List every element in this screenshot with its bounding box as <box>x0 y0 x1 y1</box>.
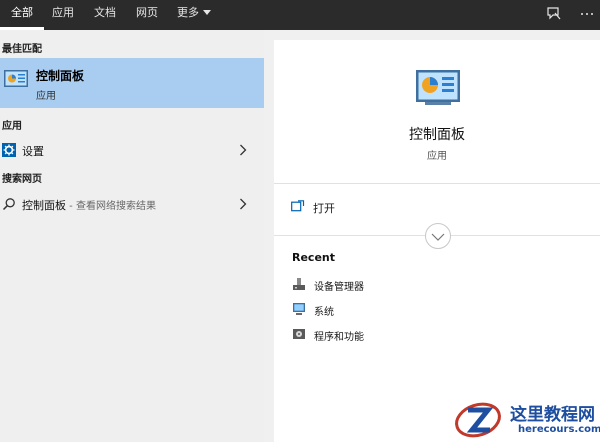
preview-subtitle: 应用 <box>427 151 447 162</box>
recent-item-label: 程序和功能 <box>314 332 364 343</box>
recent-title: Recent <box>292 251 336 264</box>
preview-pane: 控制面板 应用 打开 Recent 设备管理器 系统 程序和功能 <box>274 40 600 442</box>
tab-more-label: 更多 <box>177 6 199 19</box>
caret-down-icon <box>203 9 211 15</box>
watermark-url: herecours.com <box>518 424 600 435</box>
web-search-term: 控制面板 <box>22 199 66 212</box>
tab-documents-label: 文档 <box>94 6 116 19</box>
feedback-icon[interactable] <box>545 5 563 23</box>
apps-header: 应用 <box>2 121 22 132</box>
device-manager-icon <box>293 278 305 290</box>
search-filter-bar: 全部 应用 文档 网页 更多 <box>0 0 600 30</box>
tab-all-label: 全部 <box>11 6 33 19</box>
tab-documents[interactable]: 文档 <box>86 0 124 30</box>
preview-title: 控制面板 <box>409 127 465 143</box>
results-pane: 最佳匹配 控制面板 应用 应用 设置 搜索网页 控制面板 - 查看网络搜索结果 <box>0 30 264 442</box>
watermark-text: 这里教程网 <box>510 405 595 425</box>
tab-more[interactable]: 更多 <box>170 0 218 30</box>
expand-button[interactable] <box>425 223 451 249</box>
watermark: 这里教程网 herecours.com <box>452 398 600 442</box>
web-search-suffix: - 查看网络搜索结果 <box>66 201 156 212</box>
result-web-search[interactable]: 控制面板 - 查看网络搜索结果 <box>0 191 264 217</box>
control-panel-large-icon <box>416 70 460 105</box>
divider <box>274 183 600 184</box>
recent-item-label: 设备管理器 <box>314 282 364 293</box>
control-panel-icon <box>4 70 28 87</box>
search-icon <box>2 198 15 211</box>
best-match-title: 控制面板 <box>36 69 85 83</box>
tab-web[interactable]: 网页 <box>128 0 166 30</box>
web-search-header: 搜索网页 <box>2 174 42 185</box>
system-icon <box>293 303 305 315</box>
recent-item-label: 系统 <box>314 307 334 318</box>
result-settings[interactable]: 设置 <box>0 137 264 163</box>
open-label: 打开 <box>313 202 335 215</box>
tab-apps-label: 应用 <box>52 6 74 19</box>
best-match-item[interactable]: 控制面板 应用 <box>0 58 264 108</box>
web-search-label: 控制面板 - 查看网络搜索结果 <box>22 197 156 213</box>
ellipsis-icon[interactable] <box>578 5 596 23</box>
chevron-right-icon[interactable] <box>239 198 247 210</box>
programs-icon <box>293 329 305 339</box>
best-match-header: 最佳匹配 <box>2 44 42 55</box>
best-match-subtitle: 应用 <box>36 91 56 102</box>
tab-all[interactable]: 全部 <box>0 0 44 30</box>
watermark-logo-icon <box>455 402 501 438</box>
gear-icon <box>2 143 16 157</box>
result-settings-label: 设置 <box>22 145 44 158</box>
open-icon <box>291 200 305 212</box>
chevron-down-icon <box>431 233 445 241</box>
chevron-right-icon[interactable] <box>239 144 247 156</box>
tab-web-label: 网页 <box>136 6 158 19</box>
tab-apps[interactable]: 应用 <box>44 0 82 30</box>
